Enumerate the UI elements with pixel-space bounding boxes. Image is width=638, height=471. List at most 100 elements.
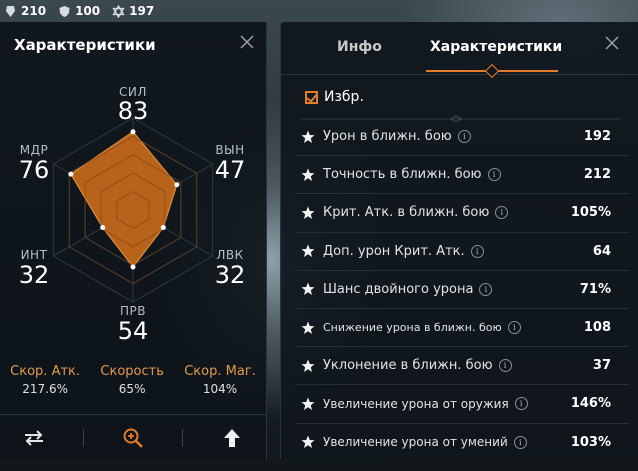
attack-speed: Скор. Атк. 217.6% [10,364,80,396]
tab-info[interactable]: Инфо [337,39,382,55]
speed-label: Скор. Маг. [184,364,256,379]
stat-value: 108 [583,320,611,336]
radar-point [68,171,74,177]
resource-value: 100 [75,4,101,18]
info-icon[interactable]: i [457,130,471,144]
stat-row[interactable]: Уклонение в ближн. бою i 37 [295,347,629,386]
cast-speed: Скор. Маг. 104% [184,364,256,396]
speed-value: 217.6% [22,382,68,396]
stat-name: Увеличение урона от умений [323,435,508,450]
favorite-star-icon[interactable] [301,359,315,373]
resource-stamina: 210 [4,4,46,18]
radar-point [130,129,136,135]
toolbar-divider [83,428,85,447]
swap-arrows-icon [25,429,44,446]
stat-value-con: 47 [214,156,246,184]
stat-row[interactable]: Точность в ближн. бою i 212 [295,156,629,195]
favorite-star-icon[interactable] [301,282,315,296]
close-icon[interactable] [603,34,621,52]
close-icon[interactable] [238,33,256,51]
info-icon[interactable]: i [470,244,484,258]
left-panel-toolbar [0,414,266,460]
favorites-toggle[interactable]: Избр. [305,89,364,105]
stats-radar-panel: Характеристики СИЛ 83 ВЫН 47 ЛВК 32 ПРВ … [0,22,267,459]
favorites-checkbox[interactable] [305,90,318,104]
stat-value: 192 [583,129,611,145]
favorite-star-icon[interactable] [301,130,315,144]
stat-value-dex: 32 [214,261,246,289]
stat-value-wis: 76 [18,156,50,184]
stat-name: Увеличение урона от оружия [323,396,509,411]
stat-name: Точность в ближн. бою [323,167,482,183]
arrow-up-icon [223,428,240,447]
zoom-in-icon [123,428,143,448]
stat-label-dex: ЛВК [216,248,244,262]
tab-characteristics[interactable]: Характеристики [430,39,562,55]
stat-name: Крит. Атк. в ближн. бою [323,205,490,221]
resource-value: 197 [129,4,155,18]
speed-value: 65% [118,382,146,396]
stat-list: Урон в ближн. бою i 192 Точность в ближн… [295,118,629,461]
stat-value: 71% [579,281,611,297]
swap-button[interactable] [14,423,54,453]
radar-point [100,224,106,230]
radar-point [174,182,180,188]
stat-value-per: 54 [117,317,149,345]
favorites-label: Избр. [324,89,364,105]
favorite-star-icon[interactable] [301,321,315,335]
stat-value-int: 32 [18,261,50,289]
speed-stats: Скор. Атк. 217.6% Скорость 65% Скор. Маг… [0,364,266,396]
stat-row[interactable]: Снижение урона в ближн. бою i 108 [295,309,629,348]
favorite-star-icon[interactable] [301,397,315,411]
info-icon[interactable]: i [479,282,493,296]
radar-chart: СИЛ 83 ВЫН 47 ЛВК 32 ПРВ 54 ИНТ 32 МДР 7… [0,72,266,372]
stat-name: Снижение урона в ближн. бою [323,321,502,335]
stat-value: 103% [570,434,611,450]
info-icon[interactable]: i [487,168,501,182]
stat-row[interactable]: Увеличение урона от оружия i 146% [295,385,629,424]
stat-value: 212 [583,167,611,183]
stamina-icon [6,5,15,17]
stat-label-int: ИНТ [20,248,48,262]
stat-value: 146% [570,396,611,412]
stat-row[interactable]: Урон в ближн. бою i 192 [295,118,629,157]
favorite-star-icon[interactable] [301,244,315,258]
stat-value: 64 [592,243,611,259]
radar-point [160,224,166,230]
info-icon[interactable]: i [513,435,527,449]
stat-name: Урон в ближн. бою [323,129,452,145]
stat-name: Уклонение в ближн. бою [323,358,493,374]
stat-value: 37 [592,358,611,374]
stat-row[interactable]: Доп. урон Крит. Атк. i 64 [295,233,629,271]
resource-bar: 210 100 197 [0,0,274,22]
star-of-david-icon [112,4,125,18]
stat-value: 105% [570,205,611,221]
stat-row[interactable]: Шанс двойного урона i 71% [295,271,629,309]
stat-label-wis: МДР [19,143,49,157]
radar-point [130,264,136,270]
resource-value: 210 [21,4,47,18]
toolbar-divider [181,428,183,447]
info-icon[interactable]: i [514,397,528,411]
info-icon[interactable]: i [507,321,521,335]
zoom-button[interactable] [113,423,153,453]
stat-row[interactable]: Крит. Атк. в ближн. бою i 105% [295,194,629,233]
upgrade-button[interactable] [212,423,252,453]
info-icon[interactable]: i [495,206,509,220]
favorite-star-icon[interactable] [301,206,315,220]
characteristics-panel: Инфо Характеристики Избр. Урон в ближн. … [280,22,638,459]
stat-row[interactable]: Увеличение урона от умений i 103% [295,424,629,461]
stat-name: Доп. урон Крит. Атк. [323,243,465,259]
stat-value-str: 83 [117,97,149,125]
panel-title: Характеристики [14,36,156,54]
favorite-star-icon[interactable] [301,435,315,449]
stat-label-per: ПРВ [120,304,146,318]
info-icon[interactable]: i [498,359,512,373]
favorite-star-icon[interactable] [301,168,315,182]
shield-icon [59,5,70,17]
move-speed: Скорость 65% [100,364,163,396]
active-tab-notch [484,63,500,79]
speed-value: 104% [202,382,238,396]
speed-label: Скор. Атк. [10,364,81,379]
stat-name: Шанс двойного урона [323,281,474,297]
